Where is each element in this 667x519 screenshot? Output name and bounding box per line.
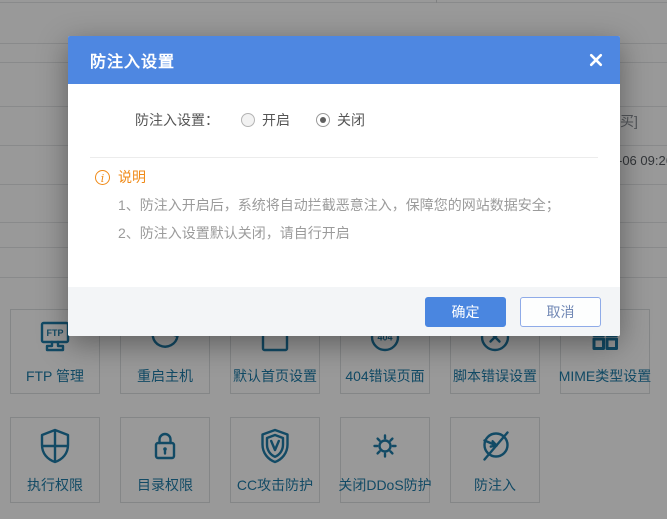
dialog-header: 防注入设置 (68, 36, 620, 84)
radio-option-on[interactable]: 开启 (241, 110, 290, 130)
close-icon[interactable] (588, 52, 604, 68)
anti-injection-setting-row: 防注入设置： 开启 关闭 (135, 110, 391, 130)
radio-option-off[interactable]: 关闭 (316, 110, 365, 130)
note-item-2: 2、防注入设置默认关闭，请自行开启 (118, 223, 350, 243)
dialog-title: 防注入设置 (90, 48, 175, 72)
radio-label-on: 开启 (262, 110, 290, 130)
note-header: i 说明 (95, 167, 146, 187)
radio-selected-icon (316, 113, 330, 127)
dialog-footer: 确定 取消 (68, 287, 620, 336)
anti-injection-settings-dialog: 防注入设置 防注入设置： 开启 关闭 i 说明 1、防注入开启后，系统将自动拦截… (68, 36, 620, 336)
note-title: 说明 (118, 167, 146, 187)
info-icon: i (95, 170, 110, 185)
note-item-1: 1、防注入开启后，系统将自动拦截恶意注入，保障您的网站数据安全； (118, 195, 560, 215)
cancel-button[interactable]: 取消 (520, 297, 601, 327)
confirm-button[interactable]: 确定 (425, 297, 506, 327)
radio-label-off: 关闭 (337, 110, 365, 130)
setting-label: 防注入设置： (135, 110, 219, 130)
radio-unselected-icon (241, 113, 255, 127)
section-divider (90, 157, 598, 158)
